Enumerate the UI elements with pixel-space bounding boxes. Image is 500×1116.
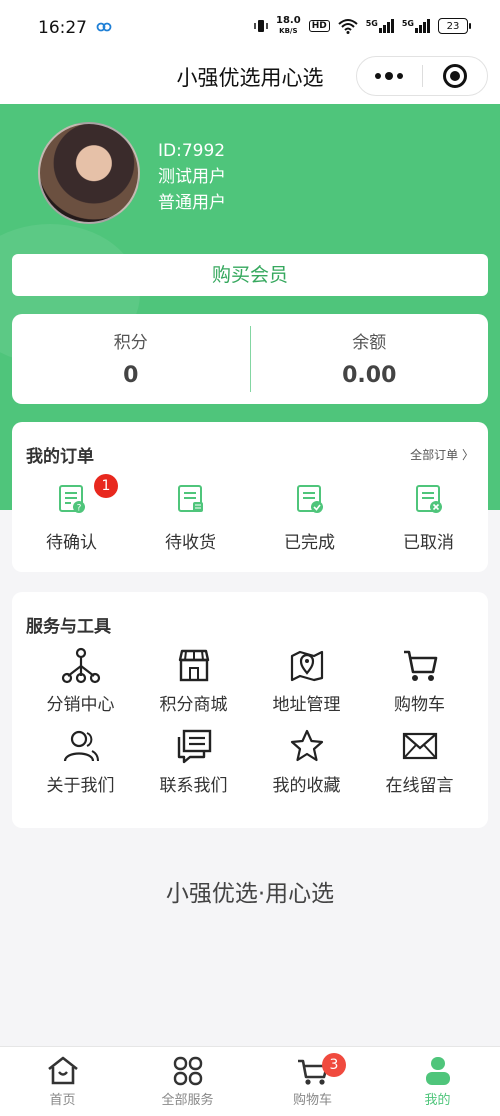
order-receive-icon: [177, 485, 203, 512]
points-label: 积分: [113, 333, 148, 353]
vibrate-icon: [254, 20, 268, 32]
tab-bar: 首页 全部服务 3 购物车 我的: [0, 1046, 500, 1116]
tool-contact[interactable]: 联系我们: [137, 727, 250, 796]
order-cancel[interactable]: 已取消: [369, 484, 488, 553]
tool-distribution[interactable]: 分销中心: [24, 646, 137, 715]
order-pending[interactable]: ? 1 待确认: [12, 474, 131, 553]
home-icon: [47, 1056, 78, 1085]
orders-title: 我的订单: [26, 447, 94, 467]
tool-favorites-label: 我的收藏: [272, 776, 341, 796]
dot-icon: [397, 73, 404, 79]
tools-grid: 分销中心 积分商城 地址管理 购物车 关于我们 联系我们 我的收藏 在线留言: [24, 646, 476, 796]
profile-icon: [425, 1057, 450, 1085]
dot-icon: [385, 72, 394, 80]
all-orders-link[interactable]: 全部订单 〉: [410, 446, 474, 463]
tools-card: 服务与工具 分销中心 积分商城 地址管理 购物车 关于我们 联系我们 我的收藏 …: [12, 592, 488, 828]
money-value: 0.00: [342, 363, 397, 388]
order-pending-label: 待确认: [46, 533, 97, 553]
order-pending-badge: 1: [94, 474, 118, 498]
tab-services-label: 全部服务: [161, 1093, 214, 1108]
status-indicators: 18.0 KB/S HD 5G 5G 23: [254, 16, 471, 36]
store-icon: [178, 649, 209, 682]
map-pin-icon: [290, 650, 323, 682]
wifi-icon: [338, 19, 358, 34]
points-section[interactable]: 积分 0: [12, 314, 250, 404]
net-speed-unit: KB/S: [279, 27, 298, 35]
tab-cart[interactable]: 3 购物车: [250, 1047, 375, 1116]
orders-card: 我的订单 全部订单 〉 ? 1 待确认 待收货 已完成 已取消: [12, 422, 488, 572]
user-level: 普通用户: [158, 193, 226, 213]
nav-bar: 小强优选用心选: [0, 52, 500, 104]
tab-home-label: 首页: [49, 1093, 76, 1108]
points-value: 0: [123, 363, 139, 388]
balance-card: 积分 0 余额 0.00: [12, 314, 488, 404]
star-icon: [290, 729, 323, 762]
tab-cart-label: 购物车: [292, 1093, 332, 1108]
money-label: 余额: [352, 333, 387, 353]
net-speed: 18.0 KB/S: [276, 16, 301, 36]
user-id: ID:7992: [158, 141, 226, 161]
status-time: 16:27: [38, 18, 87, 38]
tab-profile[interactable]: 我的: [375, 1047, 500, 1116]
order-cancel-icon: [415, 485, 442, 513]
user-name: 测试用户: [158, 167, 226, 187]
signal-1: 5G: [366, 19, 394, 33]
tool-contact-label: 联系我们: [159, 776, 228, 796]
tool-favorites[interactable]: 我的收藏: [250, 727, 363, 796]
tool-message[interactable]: 在线留言: [363, 727, 476, 796]
tools-title: 服务与工具: [26, 617, 111, 637]
target-icon: [442, 64, 467, 88]
avatar[interactable]: [38, 122, 140, 224]
balance-divider: [249, 326, 251, 392]
distribution-icon: [61, 647, 100, 684]
signal-2: 5G: [402, 19, 430, 33]
order-cancel-label: 已取消: [403, 533, 454, 553]
tool-about-label: 关于我们: [46, 776, 115, 796]
status-bar: 16:27 18.0 KB/S HD 5G 5G 23: [0, 0, 500, 52]
miniprogram-capsule: [356, 56, 488, 96]
tool-cart-label: 购物车: [394, 695, 445, 715]
tool-about[interactable]: 关于我们: [24, 727, 137, 796]
order-done-label: 已完成: [284, 533, 335, 553]
battery-level: 23: [446, 20, 460, 32]
order-done-icon: [296, 485, 323, 513]
slogan: 小强优选·用心选: [165, 881, 335, 907]
order-status-row: ? 1 待确认 待收货 已完成 已取消: [12, 474, 488, 553]
money-section[interactable]: 余额 0.00: [251, 314, 489, 404]
buy-vip-button[interactable]: 购买会员: [12, 254, 488, 296]
hd-badge: HD: [308, 20, 330, 32]
svg-text:?: ?: [76, 504, 81, 514]
order-receive[interactable]: 待收货: [131, 484, 250, 553]
tab-services[interactable]: 全部服务: [125, 1047, 250, 1116]
cart-icon: [403, 650, 437, 681]
mail-icon: [402, 732, 437, 760]
tool-cart[interactable]: 购物车: [363, 646, 476, 715]
tool-address[interactable]: 地址管理: [250, 646, 363, 715]
order-pending-icon: ?: [58, 485, 85, 514]
cart-badge: 3: [322, 1053, 346, 1077]
grid-icon: [173, 1056, 202, 1086]
tab-home[interactable]: 首页: [0, 1047, 125, 1116]
close-miniprogram-button[interactable]: [423, 64, 488, 88]
user-info: ID:7992 测试用户 普通用户: [158, 138, 226, 216]
tool-address-label: 地址管理: [272, 695, 341, 715]
tool-distribution-label: 分销中心: [46, 695, 115, 715]
net-speed-value: 18.0: [276, 15, 301, 26]
tab-profile-label: 我的: [424, 1093, 451, 1108]
cloud-sync-icon: [96, 22, 112, 32]
tool-store[interactable]: 积分商城: [137, 646, 250, 715]
battery-icon: 23: [438, 18, 471, 34]
tool-message-label: 在线留言: [385, 776, 454, 796]
order-done[interactable]: 已完成: [250, 484, 369, 553]
users-icon: [63, 730, 99, 762]
more-menu-button[interactable]: [357, 72, 422, 80]
order-receive-label: 待收货: [165, 533, 216, 553]
chat-icon: [177, 729, 211, 764]
dot-icon: [375, 73, 382, 79]
tool-store-label: 积分商城: [159, 695, 228, 715]
